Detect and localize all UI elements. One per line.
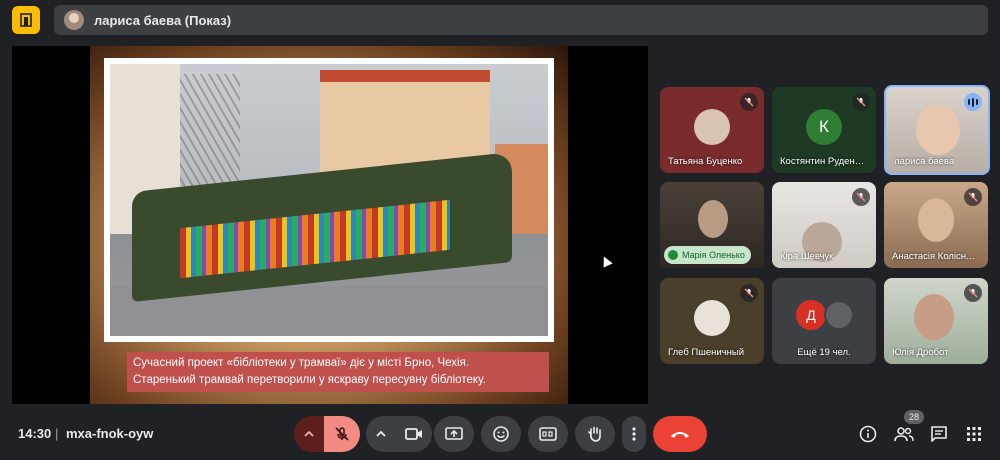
info-icon <box>859 425 877 443</box>
more-vert-icon <box>632 427 636 441</box>
participant-name: Глеб Пшеничный <box>668 347 745 358</box>
participant-initial-avatar: К <box>806 109 842 145</box>
meeting-code: mxa-fnok-oyw <box>66 426 154 441</box>
participant-video <box>916 105 960 155</box>
participant-name-pill: Марія Оленько <box>664 246 751 264</box>
presenter-avatar <box>64 10 84 30</box>
camera-toggle-button[interactable] <box>396 416 432 452</box>
participant-name: Марія Оленько <box>682 250 745 260</box>
mic-off-icon <box>335 427 349 441</box>
present-screen-icon <box>445 427 463 440</box>
participant-name: Татьяна Буценко <box>668 156 743 167</box>
participant-video <box>914 294 954 340</box>
participant-name: Кіра Шевчук <box>780 251 834 262</box>
participant-name: Костянтин Руден… <box>780 156 865 167</box>
video-options-button[interactable] <box>366 416 396 452</box>
participant-avatar <box>694 109 730 145</box>
activities-button[interactable] <box>962 422 986 446</box>
chevron-up-icon <box>304 430 314 437</box>
present-now-button[interactable] <box>434 416 474 452</box>
mic-off-icon <box>740 93 758 111</box>
apps-grid-icon <box>967 427 981 441</box>
reactions-button[interactable] <box>481 416 521 452</box>
shared-slide: Сучасний проект «бібліотеки у трамваї» д… <box>90 46 568 404</box>
presentation-area: Сучасний проект «бібліотеки у трамваї» д… <box>12 46 648 404</box>
people-button[interactable] <box>892 422 916 446</box>
presenter-label: лариса баева (Показ) <box>94 12 232 28</box>
mic-off-icon <box>964 188 982 206</box>
chat-button[interactable] <box>927 422 951 446</box>
participant-tile[interactable]: Глеб Пшеничный <box>660 278 764 364</box>
participant-name: лариса баева <box>894 156 955 167</box>
participant-video <box>698 200 728 238</box>
captions-button[interactable] <box>528 416 568 452</box>
more-participants-label: Ещё 19 чел. <box>797 347 851 358</box>
slide-caption: Сучасний проект «бібліотеки у трамваї» д… <box>127 352 549 392</box>
bottom-toolbar: 14:30 | mxa-fnok-oyw 28 <box>0 410 1000 460</box>
door-icon <box>20 13 32 27</box>
videocam-icon <box>405 428 422 440</box>
meeting-clock: 14:30 <box>18 426 52 441</box>
participant-tile[interactable]: Юлія Дробот <box>884 278 988 364</box>
slide-photo-frame <box>104 58 554 342</box>
participant-avatar <box>824 300 854 330</box>
participant-initial-avatar: Д <box>796 300 826 330</box>
separator: | <box>55 426 59 441</box>
raise-hand-button[interactable] <box>575 416 615 452</box>
participant-tile[interactable]: К Костянтин Руден… <box>772 87 876 173</box>
people-icon <box>894 427 914 442</box>
audio-options-button[interactable] <box>294 416 324 452</box>
more-options-button[interactable] <box>622 416 646 452</box>
speaking-indicator-icon <box>964 93 982 111</box>
speaking-dot-icon <box>668 250 678 260</box>
mic-off-icon <box>852 93 870 111</box>
participant-avatar <box>694 300 730 336</box>
call-end-icon <box>671 432 689 438</box>
tram-library-photo <box>110 64 548 336</box>
microphone-toggle-button[interactable] <box>324 416 360 452</box>
more-participants-tile[interactable]: Д Ещё 19 чел. <box>772 278 876 364</box>
caption-line-2: Старенький трамвай перетворили у яскраву… <box>133 374 486 386</box>
closed-captions-icon <box>539 427 557 441</box>
participant-tile-active-speaker[interactable]: лариса баева <box>884 85 990 175</box>
participant-tile[interactable]: Татьяна Буценко <box>660 87 764 173</box>
caption-line-1: Сучасний проект «бібліотеки у трамваї» д… <box>133 357 470 369</box>
meet-home-button[interactable] <box>12 6 40 34</box>
participant-tile[interactable]: Марія Оленько <box>660 182 764 268</box>
mic-off-icon <box>852 188 870 206</box>
top-bar: лариса баева (Показ) <box>0 0 1000 40</box>
participant-name: Анастасія Колісн… <box>892 251 976 262</box>
chevron-up-icon <box>376 430 386 437</box>
mic-off-icon <box>740 284 758 302</box>
emoji-icon <box>493 426 509 442</box>
participant-video <box>918 198 954 242</box>
hand-icon <box>588 426 601 442</box>
chat-icon <box>931 426 947 442</box>
leave-call-button[interactable] <box>653 416 707 452</box>
meeting-details-button[interactable] <box>856 422 880 446</box>
presenter-chip[interactable]: лариса баева (Показ) <box>54 5 988 35</box>
mic-off-icon <box>964 284 982 302</box>
participant-name: Юлія Дробот <box>892 347 949 358</box>
participant-tile[interactable]: Кіра Шевчук <box>772 182 876 268</box>
participant-count-badge: 28 <box>904 410 924 424</box>
participant-tile[interactable]: Анастасія Колісн… <box>884 182 988 268</box>
